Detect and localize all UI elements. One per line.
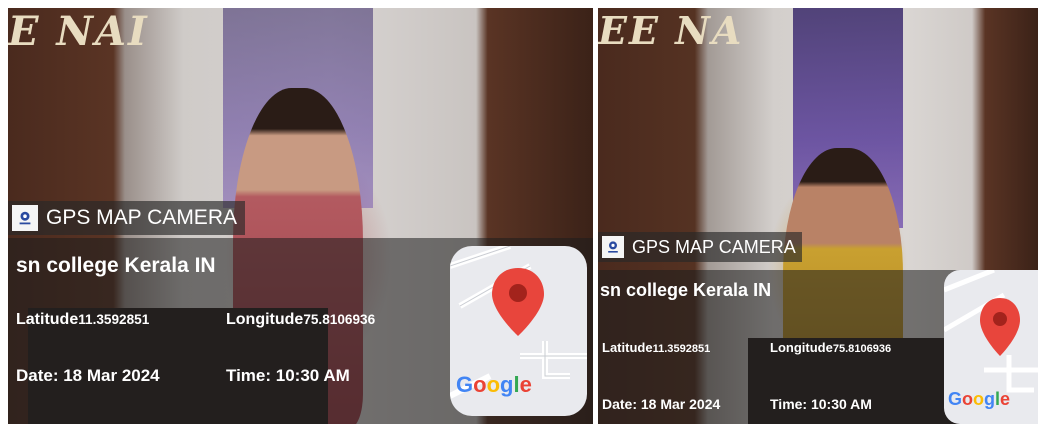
time-text: Time: 10:30 AM bbox=[770, 396, 872, 412]
hall-banner-text: EE NA bbox=[598, 8, 744, 53]
time-text: Time: 10:30 AM bbox=[226, 366, 350, 385]
longitude-readout: Longitude75.8106936 bbox=[226, 311, 375, 329]
latitude-value: 11.3592851 bbox=[652, 343, 711, 355]
app-label: GPS MAP CAMERA bbox=[46, 206, 237, 229]
gps-camera-app-icon bbox=[602, 236, 624, 258]
location-pin-icon bbox=[492, 268, 544, 336]
location-text: sn college Kerala IN bbox=[16, 254, 216, 277]
latitude-value: 11.3592851 bbox=[78, 312, 150, 327]
gps-map-camera-badge: GPS MAP CAMERA bbox=[598, 232, 802, 262]
latitude-label: Latitude bbox=[602, 340, 653, 355]
google-logo: Google bbox=[456, 372, 532, 397]
longitude-label: Longitude bbox=[226, 311, 304, 328]
google-logo: Google bbox=[948, 389, 1011, 409]
longitude-label: Longitude bbox=[770, 340, 833, 355]
latitude-label: Latitude bbox=[16, 311, 79, 328]
date-text: Date: 18 Mar 2024 bbox=[16, 366, 160, 385]
gps-map-camera-badge: GPS MAP CAMERA bbox=[8, 201, 245, 235]
gps-camera-app-icon bbox=[12, 205, 38, 231]
latitude-readout: Latitude11.3592851 bbox=[16, 311, 149, 329]
hall-banner-text: E NAI bbox=[8, 8, 149, 55]
longitude-value: 75.8106936 bbox=[832, 343, 892, 355]
photo-right: EE NA GPS MAP CAMERA sn college Kerala I… bbox=[598, 8, 1038, 424]
map-thumbnail: Google bbox=[944, 270, 1038, 424]
location-pin-icon bbox=[980, 298, 1020, 356]
photo-left: E NAI GPS MAP CAMERA sn college Kerala I… bbox=[8, 8, 593, 424]
longitude-readout: Longitude75.8106936 bbox=[770, 340, 891, 355]
date-text: Date: 18 Mar 2024 bbox=[602, 396, 721, 412]
location-text: sn college Kerala IN bbox=[600, 280, 772, 300]
latitude-readout: Latitude11.3592851 bbox=[602, 340, 710, 355]
longitude-value: 75.8106936 bbox=[303, 312, 376, 327]
app-label: GPS MAP CAMERA bbox=[632, 236, 796, 257]
map-thumbnail: Google bbox=[450, 246, 587, 416]
